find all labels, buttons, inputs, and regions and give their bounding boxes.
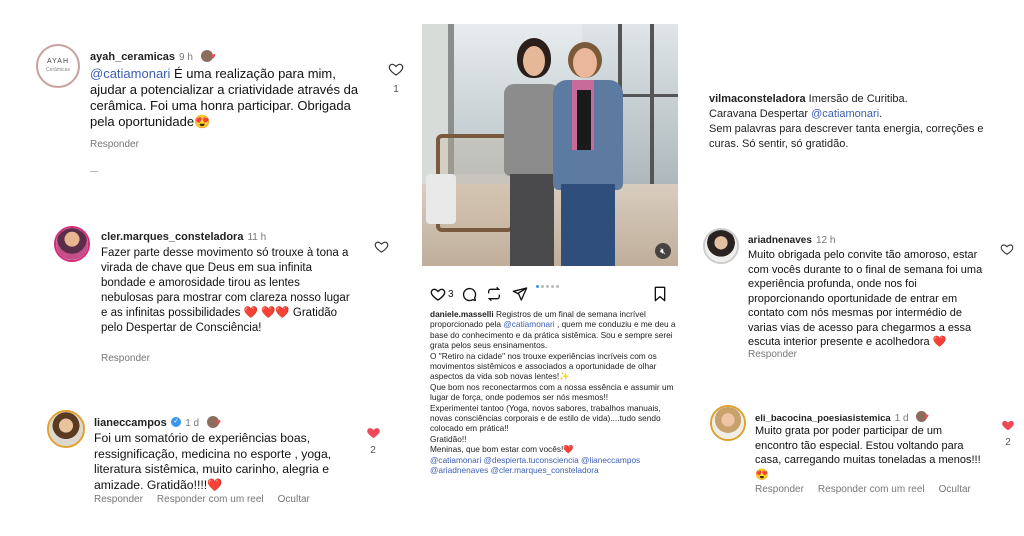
timestamp: 9 h (179, 52, 193, 63)
share-icon[interactable] (512, 286, 528, 302)
avatar[interactable]: AYAH Cerâmicas (36, 44, 80, 88)
comment-actions: Responder (101, 353, 164, 364)
comment-text: @catiamonari É uma realização para mim, … (90, 66, 359, 129)
heart-outline-icon[interactable] (388, 61, 404, 77)
comment-header: ariadnenaves 12 h (748, 230, 835, 248)
post-like-count: 3 (448, 289, 454, 300)
heart-outline-icon[interactable] (430, 286, 446, 302)
heart-filled-icon[interactable] (1001, 418, 1015, 432)
username[interactable]: lianeccampos (94, 417, 167, 429)
username[interactable]: ariadnenaves (748, 235, 812, 246)
comment-text: Muito grata por poder participar de um e… (755, 425, 981, 481)
avatar-logo-subtext: Cerâmicas (46, 67, 70, 73)
comment-actions: Responder (748, 349, 811, 360)
post-caption: daniele.masselli Registros de um final d… (430, 309, 678, 476)
post-photo[interactable]: 🔇︎ (422, 24, 678, 266)
username[interactable]: eli_bacocina_poesiasistemica (755, 413, 891, 424)
timestamp: 12 h (815, 235, 836, 246)
timestamp: 1 d (185, 418, 200, 429)
comment-header: lianeccampos ✓ 1 d ♥ (94, 413, 221, 431)
comment-icon[interactable] (461, 286, 477, 302)
heart-filled-icon: ♥ (215, 416, 221, 427)
carousel-dots (536, 275, 559, 293)
comment-actions: Responder Responder com um reel Ocultar (94, 494, 324, 505)
reply-button[interactable]: Responder (101, 353, 150, 364)
avatar[interactable] (47, 410, 85, 448)
heart-filled-icon: ♥ (210, 50, 216, 61)
comment-text: vilmaconsteladora Imersão de Curitiba. C… (709, 93, 984, 150)
avatar[interactable] (710, 405, 746, 441)
hide-button[interactable]: Ocultar (278, 494, 310, 505)
comment-text: Muito obrigada pelo convite tão amoroso,… (748, 249, 983, 348)
divider (90, 171, 98, 172)
repost-icon[interactable] (486, 286, 502, 302)
like-count: 1 (393, 84, 399, 95)
tagged-users[interactable]: @catiamonari @despierta.tuconsciencia @l… (430, 455, 678, 465)
comment-actions: Responder (90, 139, 153, 150)
post-username[interactable]: daniele.masselli (430, 309, 494, 319)
reply-with-reel-button[interactable]: Responder com um reel (157, 494, 264, 505)
heart-filled-icon[interactable] (366, 425, 381, 440)
timestamp: 1 d (894, 413, 909, 424)
like-count: 2 (370, 445, 376, 456)
comment-text: Foi um somatório de experiências boas, r… (94, 431, 332, 492)
heart-outline-icon[interactable] (1000, 242, 1014, 256)
comment-text: Fazer parte desse movimento só trouxe à … (101, 247, 350, 334)
avatar-logo-text: AYAH (46, 58, 70, 65)
like-count: 2 (1005, 437, 1011, 448)
comment-header: cler.marques_consteladora 11 h (101, 227, 266, 245)
comment-header: ayah_ceramicas 9 h ♥ (90, 47, 216, 65)
heart-filled-icon: ♥ (924, 412, 929, 422)
reply-with-reel-button[interactable]: Responder com um reel (818, 484, 925, 495)
mention-link[interactable]: @catiamonari (811, 108, 879, 120)
reply-button[interactable]: Responder (755, 484, 804, 495)
verified-icon: ✓ (171, 416, 182, 427)
bookmark-icon[interactable] (653, 286, 667, 302)
mute-icon[interactable]: 🔇︎ (655, 243, 671, 259)
heart-outline-icon[interactable] (374, 239, 389, 254)
timestamp: 11 h (247, 232, 267, 243)
mention-link[interactable]: @catiamonari (503, 319, 554, 329)
username[interactable]: vilmaconsteladora (709, 93, 806, 105)
hide-button[interactable]: Ocultar (939, 484, 971, 495)
comment-actions: Responder Responder com um reel Ocultar (755, 484, 985, 495)
username[interactable]: cler.marques_consteladora (101, 231, 243, 243)
reply-button[interactable]: Responder (748, 349, 797, 360)
tagged-users[interactable]: @ariadnenaves @cler.marques_consteladora (430, 465, 678, 475)
username[interactable]: ayah_ceramicas (90, 51, 175, 63)
reply-button[interactable]: Responder (90, 139, 139, 150)
mention-link[interactable]: @catiamonari (90, 66, 170, 81)
avatar[interactable] (703, 228, 739, 264)
avatar[interactable] (54, 226, 90, 262)
reply-button[interactable]: Responder (94, 494, 143, 505)
